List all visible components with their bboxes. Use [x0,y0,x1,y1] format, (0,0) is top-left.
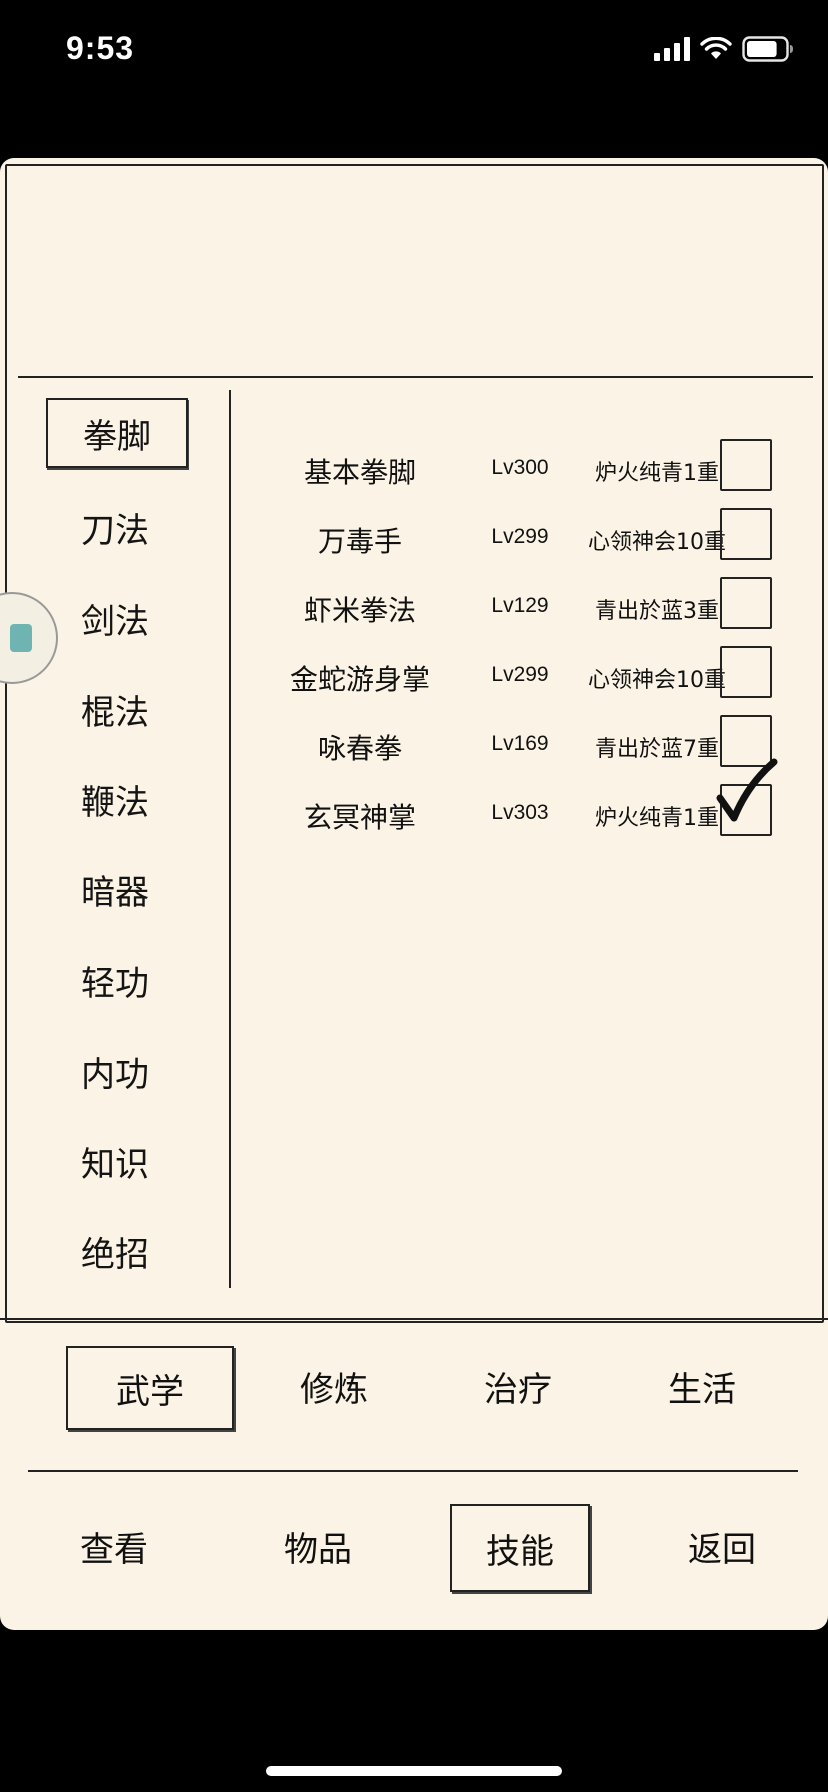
skill-checkbox[interactable] [720,508,772,560]
sidebar-divider [229,390,231,1288]
category-item-2[interactable]: 刀法 [46,494,184,560]
nav-item-2[interactable]: 物品 [248,1504,388,1588]
wifi-icon [700,37,732,59]
skill-name: 咏春拳 [317,732,402,765]
skill-row[interactable]: 玄冥神掌 Lv303 炉火纯青1重 [240,758,780,846]
top-info-area [0,158,828,368]
skill-name: 金蛇游身掌 [289,663,430,696]
nav-divider [28,1470,798,1472]
category-item-6[interactable]: 暗器 [46,856,184,922]
skill-row[interactable]: 咏春拳 Lv169 青出於蓝7重 [240,715,780,777]
category-item-3[interactable]: 剑法 [46,585,184,651]
category-item-9[interactable]: 知识 [46,1128,184,1194]
sub-tab-2[interactable]: 修炼 [252,1346,416,1426]
skill-checkbox[interactable] [720,577,772,629]
category-item-8[interactable]: 内功 [46,1038,184,1104]
skill-row[interactable]: 万毒手 Lv299 心领神会10重 [240,508,780,570]
skill-name: 基本拳脚 [303,456,416,489]
sub-tab-1[interactable]: 武学 [66,1346,234,1430]
sub-tab-4[interactable]: 生活 [620,1346,784,1426]
home-indicator[interactable] [266,1766,562,1776]
skill-row[interactable]: 基本拳脚 Lv300 炉火纯青1重 [240,439,780,501]
category-item-1[interactable]: 拳脚 [46,398,188,468]
skill-row[interactable]: 虾米拳法 Lv129 青出於蓝3重 [240,577,780,639]
skill-row[interactable]: 金蛇游身掌 Lv299 心领神会10重 [240,646,780,708]
nav-item-3[interactable]: 技能 [450,1504,590,1592]
checkmark-icon [716,758,778,822]
sub-tab-3[interactable]: 治疗 [436,1346,600,1426]
battery-icon [742,36,793,62]
top-divider [18,376,813,378]
category-item-4[interactable]: 棍法 [46,676,184,742]
category-item-7[interactable]: 轻功 [46,947,184,1013]
category-item-5[interactable]: 鞭法 [46,766,184,832]
skill-name: 万毒手 [317,525,402,558]
status-icons [654,36,794,62]
panel-bottom-border [0,1318,828,1320]
skill-name: 虾米拳法 [303,594,416,627]
status-bar: 9:53 [0,0,828,100]
skill-checkbox[interactable] [720,439,772,491]
status-time: 9:53 [66,30,135,66]
skill-name: 玄冥神掌 [303,801,416,834]
game-panel: 拳脚 刀法 剑法 棍法 鞭法 暗器 轻功 内功 知识 绝招 基本拳脚 Lv300… [0,158,828,1630]
skill-checkbox[interactable] [720,646,772,698]
nav-item-4[interactable]: 返回 [652,1504,792,1588]
category-item-10[interactable]: 绝招 [46,1218,184,1284]
cellular-signal-icon [654,37,690,61]
nav-item-1[interactable]: 查看 [44,1504,184,1588]
